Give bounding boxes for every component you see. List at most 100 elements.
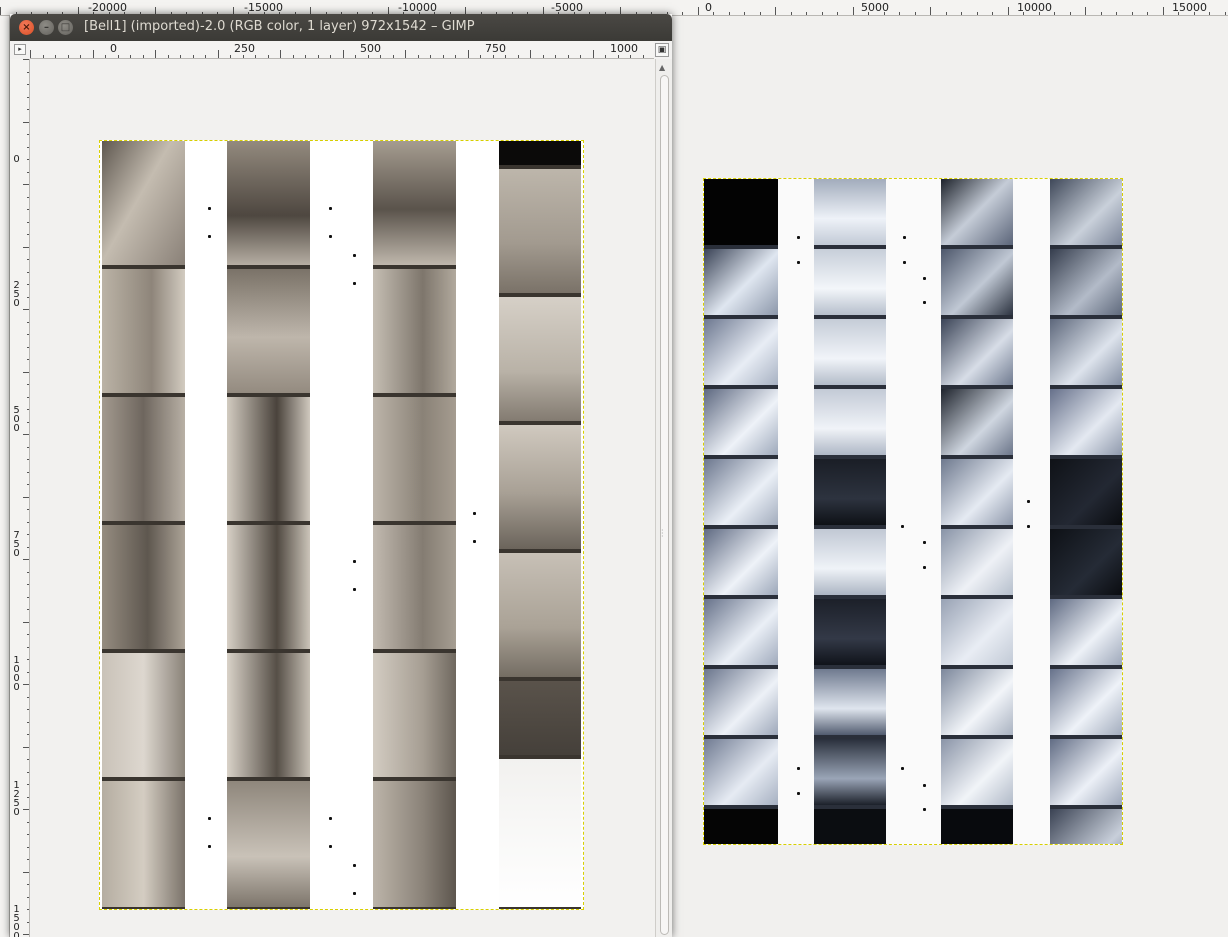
ruler-label: 0 <box>13 154 20 165</box>
ruler-tick <box>23 746 29 748</box>
ruler-tick <box>1069 12 1071 15</box>
negative-contact-sheet-image[interactable] <box>703 178 1123 845</box>
film-frame <box>941 179 1013 245</box>
ruler-tick <box>555 55 556 58</box>
film-frame <box>102 397 185 521</box>
film-strip <box>704 179 778 844</box>
film-frame <box>704 809 778 844</box>
ruler-tick <box>775 7 776 15</box>
ruler-tick <box>27 521 29 523</box>
ruler-label: 5000 <box>861 1 889 14</box>
ruler-tick <box>23 621 29 623</box>
ruler-tick <box>883 12 885 15</box>
ruler-tick <box>852 7 854 15</box>
ruler-tick <box>342 50 344 58</box>
zoom-navigate-icon[interactable]: ▣ <box>655 43 669 57</box>
ruler-tick <box>392 55 394 58</box>
ruler-tick <box>67 55 69 58</box>
ruler-tick <box>27 421 29 423</box>
sprocket-mark <box>797 792 800 795</box>
ruler-tick <box>27 284 29 285</box>
film-strip <box>227 141 310 909</box>
image-canvas[interactable] <box>31 59 655 937</box>
ruler-label: -5000 <box>551 1 583 14</box>
ruler-tick <box>27 734 29 735</box>
ruler-label: 1500 <box>13 904 20 937</box>
ruler-tick <box>23 434 29 435</box>
ruler-tick <box>27 296 29 298</box>
ruler-tick <box>27 896 29 898</box>
ruler-tick <box>27 359 29 360</box>
ruler-tick <box>480 55 481 58</box>
film-frame <box>941 809 1013 844</box>
vertical-ruler[interactable]: 0 250 500 750 1000 1250 1500 <box>10 59 30 937</box>
sprocket-mark <box>353 254 356 257</box>
film-frame <box>499 297 581 421</box>
film-frame <box>102 269 185 393</box>
sprocket-mark <box>353 892 356 895</box>
ruler-tick <box>305 55 306 58</box>
film-frame <box>1050 319 1122 385</box>
film-frame <box>1050 809 1122 844</box>
film-frame <box>1050 529 1122 595</box>
sepia-contact-sheet-image[interactable] <box>99 140 584 910</box>
ruler-tick <box>27 509 29 510</box>
film-frame <box>102 653 185 777</box>
ruler-tick <box>230 55 231 58</box>
sprocket-mark <box>901 767 904 770</box>
film-frame <box>227 781 310 907</box>
film-frame <box>102 781 185 907</box>
ruler-tick <box>27 209 29 210</box>
ruler-tick <box>27 534 29 535</box>
gimp-image-window: × – □ [Bell1] (imported)-2.0 (RGB color,… <box>10 14 672 937</box>
ruler-tick <box>267 55 269 58</box>
ruler-tick <box>605 55 606 58</box>
title-bar[interactable]: × – □ [Bell1] (imported)-2.0 (RGB color,… <box>10 14 672 41</box>
minimize-icon[interactable]: – <box>39 20 54 35</box>
ruler-tick <box>242 55 244 58</box>
image-menu-icon[interactable]: ▸ <box>14 44 26 55</box>
film-frame <box>704 529 778 595</box>
horizontal-ruler[interactable]: 0 250 500 750 1000 <box>30 41 654 59</box>
film-frame <box>814 179 886 245</box>
film-frame <box>373 781 456 907</box>
ruler-tick <box>23 684 29 685</box>
ruler-tick <box>1038 12 1040 15</box>
scrollbar-thumb[interactable] <box>660 75 669 935</box>
ruler-tick <box>1224 12 1226 15</box>
film-frame <box>499 759 581 907</box>
ruler-tick <box>27 646 29 648</box>
film-frame <box>1050 459 1122 525</box>
film-frame <box>704 179 778 245</box>
ruler-tick <box>27 771 29 773</box>
film-frame <box>373 269 456 393</box>
background-vertical-ruler[interactable] <box>0 16 10 937</box>
film-frame <box>814 319 886 385</box>
ruler-tick <box>492 55 494 58</box>
ruler-tick <box>27 259 29 260</box>
close-icon[interactable]: × <box>19 20 34 35</box>
window-title: [Bell1] (imported)-2.0 (RGB color, 1 lay… <box>84 19 475 34</box>
film-frame <box>704 599 778 665</box>
ruler-tick <box>405 50 406 58</box>
sprocket-mark <box>1027 525 1030 528</box>
sprocket-mark <box>903 261 906 264</box>
ruler-tick <box>27 71 29 73</box>
sprocket-mark <box>473 512 476 515</box>
ruler-tick <box>945 12 947 15</box>
maximize-icon[interactable]: □ <box>58 20 73 35</box>
ruler-tick <box>27 134 29 135</box>
ruler-tick <box>255 55 256 58</box>
ruler-tick <box>27 721 29 723</box>
vertical-scrollbar[interactable]: ▲ · · · <box>655 59 672 937</box>
ruler-tick <box>27 484 29 485</box>
ruler-tick <box>1054 12 1055 15</box>
ruler-tick <box>27 821 29 823</box>
ruler-tick <box>23 559 29 560</box>
sprocket-mark <box>923 277 926 280</box>
sprocket-mark <box>923 808 926 811</box>
ruler-tick <box>142 55 144 58</box>
scroll-up-icon[interactable]: ▲ <box>659 63 665 72</box>
film-frame <box>814 249 886 315</box>
sprocket-mark <box>903 236 906 239</box>
